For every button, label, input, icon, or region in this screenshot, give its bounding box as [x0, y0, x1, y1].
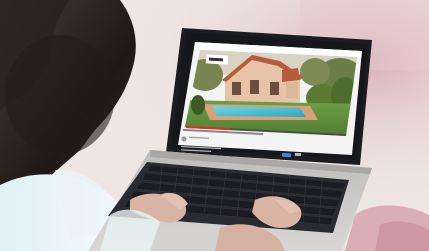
- like-button[interactable]: [281, 152, 292, 158]
- laptop-photo: [0, 0, 429, 251]
- photo-illustration: [0, 0, 429, 251]
- share-button[interactable]: [294, 152, 302, 157]
- channel-avatar[interactable]: [181, 136, 187, 142]
